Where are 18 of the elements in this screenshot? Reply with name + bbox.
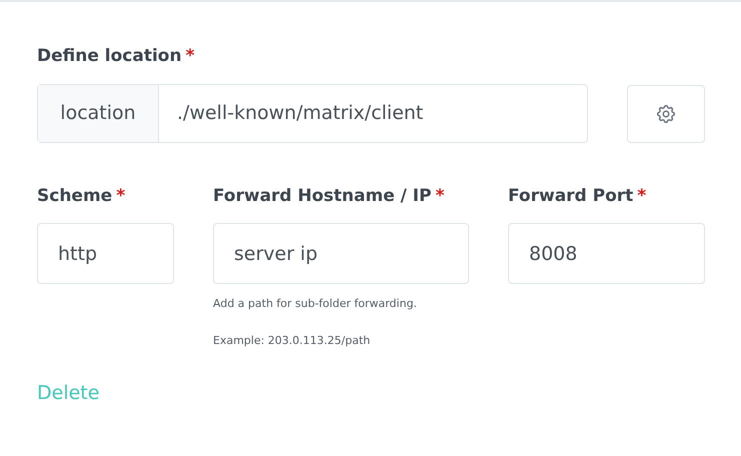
input-field[interactable]: http: [37, 223, 174, 284]
field-label: Forward Port: [508, 185, 634, 208]
settings-button[interactable]: [627, 84, 705, 142]
field-label: Scheme: [37, 185, 112, 208]
input-addon: location: [38, 85, 159, 142]
required-mark: *: [186, 45, 194, 68]
field-label: Forward Hostname / IP: [213, 185, 432, 208]
required-mark: *: [116, 185, 126, 208]
required-mark: *: [435, 185, 444, 208]
input-field[interactable]: 8008: [508, 223, 705, 284]
location-input[interactable]: ./well-known/matrix/client: [159, 85, 587, 142]
help-text: Example: 203.0.113.25/path: [213, 332, 372, 348]
field-label: Define location: [37, 45, 182, 68]
required-mark: *: [637, 185, 646, 208]
input-field[interactable]: server ip: [213, 223, 469, 284]
help-text: Add a path for sub-folder forwarding.: [213, 296, 418, 312]
settings-icon: [655, 102, 677, 124]
location-input-group[interactable]: location ./well-known/matrix/client: [37, 84, 588, 143]
